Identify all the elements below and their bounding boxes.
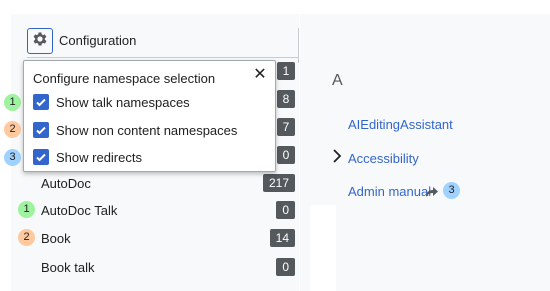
popup-title: Configure namespace selection bbox=[33, 71, 216, 86]
section-letter: A bbox=[332, 72, 343, 89]
panel-gap bbox=[310, 205, 336, 291]
namespace-count-badge: 14 bbox=[269, 229, 295, 247]
namespace-row[interactable]: 1 AutoDoc Talk 0 bbox=[14, 199, 299, 221]
option-label: Show non content namespaces bbox=[56, 123, 238, 138]
configuration-label: Configuration bbox=[59, 33, 137, 48]
hidden-count-badge: 8 bbox=[277, 90, 295, 108]
checkbox-checked[interactable] bbox=[33, 94, 49, 110]
namespace-name: Book bbox=[41, 231, 71, 246]
namespace-name: Book talk bbox=[41, 260, 95, 275]
namespace-count-badge: 0 bbox=[276, 258, 295, 276]
redirect-arrow-icon bbox=[425, 185, 439, 203]
namespace-row[interactable]: 2 Book 14 bbox=[14, 227, 299, 249]
namespace-config-popup: Configure namespace selection ✕ Show tal… bbox=[23, 60, 276, 172]
checkbox-checked[interactable] bbox=[33, 122, 49, 138]
gear-icon bbox=[31, 30, 49, 53]
configuration-button[interactable] bbox=[27, 28, 53, 54]
hidden-count-badge: 1 bbox=[277, 62, 295, 80]
option-label: Show talk namespaces bbox=[56, 95, 190, 110]
redirect-marker: 3 bbox=[4, 149, 21, 166]
namespace-name: AutoDoc Talk bbox=[41, 203, 118, 218]
namespace-name: AutoDoc bbox=[41, 176, 91, 191]
non-content-marker: 2 bbox=[18, 229, 35, 246]
non-content-marker: 2 bbox=[4, 121, 21, 138]
page-link[interactable]: Admin manual bbox=[348, 184, 431, 199]
page-link[interactable]: Accessibility bbox=[348, 151, 419, 166]
talk-marker: 1 bbox=[4, 94, 21, 111]
namespace-count-badge: 217 bbox=[262, 174, 295, 192]
page-link[interactable]: AIEditingAssistant bbox=[348, 117, 453, 132]
hidden-count-badge: 0 bbox=[277, 146, 295, 164]
header-divider bbox=[27, 57, 299, 58]
chevron-right-icon[interactable] bbox=[332, 149, 342, 168]
namespace-count-badge: 0 bbox=[276, 201, 295, 219]
close-icon[interactable]: ✕ bbox=[251, 66, 269, 84]
option-label: Show redirects bbox=[56, 150, 142, 165]
option-show-non-content[interactable]: Show non content namespaces bbox=[33, 122, 273, 140]
checkbox-checked[interactable] bbox=[33, 149, 49, 165]
redirect-marker: 3 bbox=[443, 182, 460, 199]
namespace-row[interactable]: Book talk 0 bbox=[14, 256, 299, 278]
option-show-talk[interactable]: Show talk namespaces bbox=[33, 94, 273, 112]
hidden-count-badge: 7 bbox=[277, 118, 295, 136]
option-show-redirects[interactable]: Show redirects bbox=[33, 149, 273, 167]
namespace-row[interactable]: AutoDoc 217 bbox=[14, 172, 299, 194]
talk-marker: 1 bbox=[18, 201, 35, 218]
